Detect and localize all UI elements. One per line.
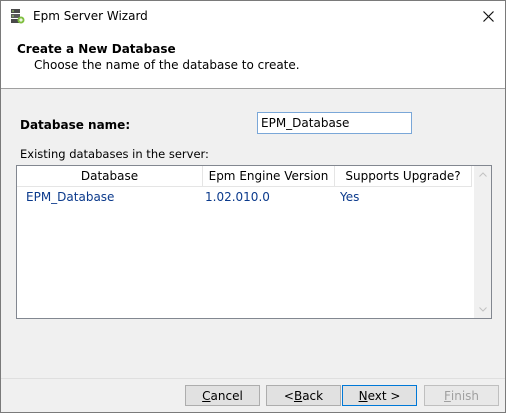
- close-icon: [482, 11, 494, 22]
- table-row[interactable]: EPM_Database 1.02.010.0 Yes: [17, 188, 472, 206]
- next-button[interactable]: Next >: [342, 385, 417, 406]
- finish-rest: inish: [450, 388, 480, 403]
- scroll-down-button[interactable]: [474, 301, 491, 318]
- database-name-input[interactable]: [257, 112, 412, 134]
- back-rest: ack: [302, 388, 324, 403]
- footer-divider: [1, 378, 505, 379]
- database-name-label: Database name:: [20, 118, 131, 132]
- page-title: Create a New Database: [17, 42, 176, 56]
- column-header-supports-upgrade[interactable]: Supports Upgrade?: [335, 166, 472, 186]
- back-prefix: <: [283, 388, 294, 403]
- back-accel: B: [293, 388, 303, 403]
- finish-accel: F: [443, 388, 451, 403]
- scroll-up-button[interactable]: [474, 166, 491, 183]
- server-wizard-icon: [11, 9, 25, 24]
- title-bar: Epm Server Wizard: [1, 1, 505, 32]
- chevron-up-icon: [478, 172, 487, 177]
- finish-button[interactable]: Finish: [424, 385, 499, 406]
- cell-engine-version: 1.02.010.0: [205, 190, 270, 204]
- chevron-down-icon: [478, 307, 487, 312]
- next-rest: ext >: [367, 388, 401, 403]
- vertical-scrollbar[interactable]: [474, 166, 491, 318]
- wizard-window: Epm Server Wizard Create a New Database …: [0, 0, 506, 413]
- next-accel: N: [358, 388, 368, 403]
- cancel-button[interactable]: Cancel: [185, 385, 260, 406]
- close-button[interactable]: [471, 1, 505, 32]
- window-title: Epm Server Wizard: [33, 9, 148, 23]
- cell-supports-upgrade: Yes: [340, 190, 360, 204]
- existing-databases-list[interactable]: Database Epm Engine Version Supports Upg…: [16, 165, 492, 319]
- cancel-rest: ancel: [210, 388, 243, 403]
- cell-database: EPM_Database: [26, 190, 115, 204]
- page-subtitle: Choose the name of the database to creat…: [34, 58, 300, 72]
- column-header-database[interactable]: Database: [17, 166, 203, 186]
- wizard-header: Create a New Database Choose the name of…: [1, 32, 505, 89]
- cancel-accel: C: [202, 388, 211, 403]
- list-header: Database Epm Engine Version Supports Upg…: [17, 166, 472, 187]
- existing-databases-label: Existing databases in the server:: [20, 147, 209, 161]
- back-button[interactable]: < Back: [266, 385, 341, 406]
- column-header-engine-version[interactable]: Epm Engine Version: [203, 166, 335, 186]
